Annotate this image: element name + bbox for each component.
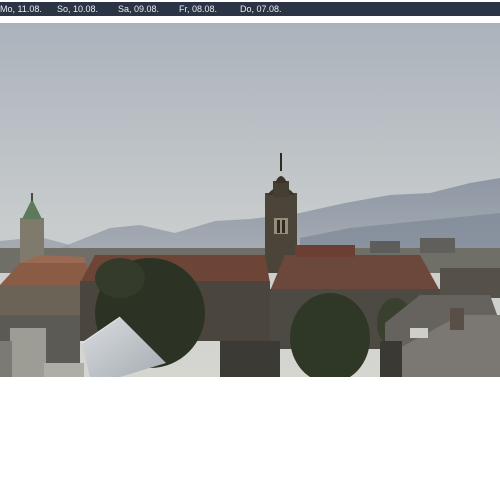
date-tab-fr-08-08[interactable]: Fr, 08.08. bbox=[179, 2, 217, 16]
webcam-image[interactable] bbox=[0, 23, 500, 377]
roof-right bbox=[270, 255, 440, 291]
date-tab-so-10-08[interactable]: So, 10.08. bbox=[57, 2, 98, 16]
date-tab-do-07-08[interactable]: Do, 07.08. bbox=[240, 2, 282, 16]
date-tab-sa-09-08[interactable]: Sa, 09.08. bbox=[118, 2, 159, 16]
date-tab-mo-11-08[interactable]: Mo, 11.08. bbox=[0, 2, 42, 16]
date-selector-bar: Mo, 11.08. So, 10.08. Sa, 09.08. Fr, 08.… bbox=[0, 2, 500, 16]
